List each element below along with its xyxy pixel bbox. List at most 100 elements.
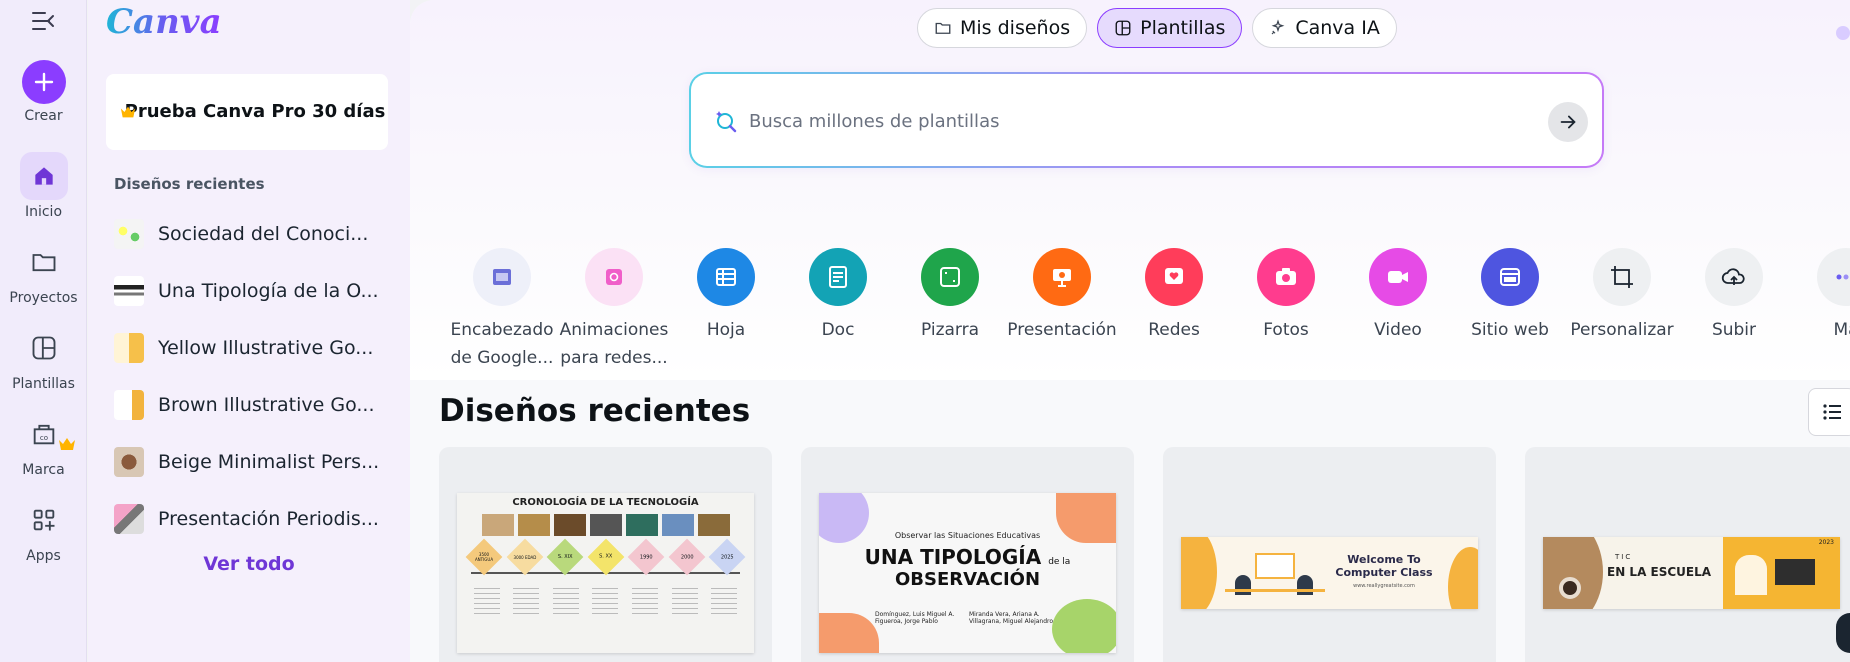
shortcut-custom-size[interactable]: Personalizar	[1566, 248, 1678, 372]
design-thumbnail	[114, 504, 144, 534]
recent-design-title: Brown Illustrative Go...	[158, 394, 375, 416]
animation-icon	[585, 248, 643, 306]
recent-design-item[interactable]: Brown Illustrative Go...	[114, 385, 404, 425]
tab-my-designs[interactable]: Mis diseños	[917, 8, 1088, 48]
shortcut-website[interactable]: Sitio web	[1454, 248, 1566, 372]
recent-design-item[interactable]: Presentación Periodis...	[114, 499, 404, 539]
list-icon	[1823, 404, 1841, 420]
sheet-icon	[697, 248, 755, 306]
more-icon	[1817, 248, 1850, 306]
shortcut-label: Presentación	[1007, 320, 1117, 340]
social-icon	[1145, 248, 1203, 306]
recent-design-item[interactable]: Una Tipología de la O...	[114, 271, 404, 311]
upload-icon	[1705, 248, 1763, 306]
shortcut-photos[interactable]: Fotos	[1230, 248, 1342, 372]
shortcut-more[interactable]: Má	[1790, 248, 1850, 372]
template-icon	[20, 324, 68, 372]
design-title: Welcome To Computer Class	[1335, 553, 1433, 579]
design-preview: Welcome To Computer Class www.reallygrea…	[1181, 537, 1478, 609]
illustration	[1225, 549, 1325, 597]
recent-design-item[interactable]: Beige Minimalist Pers...	[114, 442, 404, 482]
apps-icon	[20, 496, 68, 544]
home-label: Inicio	[24, 204, 63, 220]
recent-design-title: Beige Minimalist Pers...	[158, 451, 380, 473]
svg-text:co: co	[39, 434, 47, 442]
avatar-dot[interactable]	[1836, 26, 1850, 40]
template-icon	[1115, 20, 1131, 36]
design-title-sub: de la	[1048, 557, 1071, 567]
pro-trial-button[interactable]: Prueba Canva Pro 30 días	[106, 74, 388, 150]
help-button[interactable]	[1836, 613, 1850, 653]
shortcut-video[interactable]: Video	[1342, 248, 1454, 372]
design-card[interactable]: CRONOLOGÍA DE LA TECNOLOGÍA 3500 ANTIGUA…	[439, 447, 772, 662]
arrow-right-icon	[1560, 115, 1576, 129]
see-all-link[interactable]: Ver todo	[88, 553, 410, 575]
timeline-text-blocks	[457, 588, 754, 618]
sparkle-icon	[1271, 19, 1285, 35]
tab-label: Plantillas	[1140, 17, 1226, 39]
shortcut-label: Má	[1833, 320, 1850, 340]
tab-label: Canva IA	[1295, 17, 1380, 39]
shortcut-doc[interactable]: Doc	[782, 248, 894, 372]
shortcut-social-animations[interactable]: Animaciones para redes...	[558, 248, 670, 372]
recent-design-item[interactable]: Yellow Illustrative Go...	[114, 328, 404, 368]
recent-design-title: Presentación Periodis...	[158, 508, 379, 530]
tab-templates[interactable]: Plantillas	[1097, 8, 1243, 48]
search-input[interactable]	[749, 104, 1509, 138]
shortcut-label: Personalizar	[1570, 320, 1674, 340]
recent-design-item[interactable]: Sociedad del Conoci...	[114, 214, 404, 254]
template-search-box	[689, 72, 1604, 168]
nav-home[interactable]: Inicio	[0, 152, 87, 220]
shortcut-label: Fotos	[1263, 320, 1309, 340]
shortcut-label: Pizarra	[920, 320, 980, 340]
timeline-label: 2025	[720, 553, 734, 560]
brand-label: Marca	[22, 462, 65, 478]
shortcut-label: Doc	[821, 320, 855, 340]
projects-label: Proyectos	[9, 290, 78, 306]
magic-search-icon	[713, 107, 741, 135]
timeline-images	[457, 514, 754, 536]
whiteboard-icon	[921, 248, 979, 306]
doc-icon	[809, 248, 867, 306]
video-icon	[1369, 248, 1427, 306]
shortcut-label: Sitio web	[1471, 320, 1549, 340]
shortcut-sheet[interactable]: Hoja	[670, 248, 782, 372]
design-preview: Observar las Situaciones Educativas UNA …	[819, 493, 1116, 653]
nav-projects[interactable]: Proyectos	[0, 238, 87, 306]
website-icon	[1481, 248, 1539, 306]
search-submit-button[interactable]	[1548, 102, 1588, 142]
nav-templates[interactable]: Plantillas	[0, 324, 87, 392]
crown-icon	[120, 104, 136, 118]
shortcut-upload[interactable]: Subir	[1678, 248, 1790, 372]
recent-designs-heading: Diseños recientes	[114, 175, 265, 193]
design-thumbnail	[114, 390, 144, 420]
shortcut-presentation[interactable]: Presentación	[1006, 248, 1118, 372]
collapse-menu-icon[interactable]	[31, 10, 57, 32]
design-card[interactable]: Welcome To Computer Class www.reallygrea…	[1163, 447, 1496, 662]
shortcut-google-header[interactable]: Encabezado de Google...	[446, 248, 558, 372]
design-title-line1: UNA TIPOLOGÍA	[864, 545, 1042, 569]
shortcut-label: Subir	[1711, 320, 1757, 340]
design-title: EN LA ESCUELA	[1607, 565, 1712, 579]
design-card[interactable]: Observar las Situaciones Educativas UNA …	[801, 447, 1134, 662]
folder-icon	[20, 238, 68, 286]
templates-label: Plantillas	[12, 376, 75, 392]
crown-icon	[58, 436, 76, 450]
design-authors-left: Domínguez, Luis Miguel A. Figueroa, Jorg…	[875, 611, 955, 625]
shortcut-social[interactable]: Redes	[1118, 248, 1230, 372]
design-card[interactable]: TIC EN LA ESCUELA 2023	[1525, 447, 1850, 662]
design-thumbnail	[114, 276, 144, 306]
recent-design-title: Yellow Illustrative Go...	[158, 337, 374, 359]
design-kicker: Observar las Situaciones Educativas	[894, 531, 1041, 540]
timeline-label: S. XIX	[557, 554, 573, 560]
list-view-button[interactable]	[1808, 388, 1850, 436]
nav-apps[interactable]: Apps	[0, 496, 87, 564]
shortcut-label: Redes	[1148, 320, 1200, 340]
timeline-label: 3000 EDAD	[513, 554, 536, 560]
tab-canva-ai[interactable]: Canva IA	[1252, 8, 1397, 48]
canva-logo[interactable]: Canva	[106, 2, 222, 42]
recent-design-title: Sociedad del Conoci...	[158, 223, 369, 245]
create-button[interactable]: Crear	[0, 60, 87, 124]
home-icon	[19, 152, 68, 200]
shortcut-whiteboard[interactable]: Pizarra	[894, 248, 1006, 372]
